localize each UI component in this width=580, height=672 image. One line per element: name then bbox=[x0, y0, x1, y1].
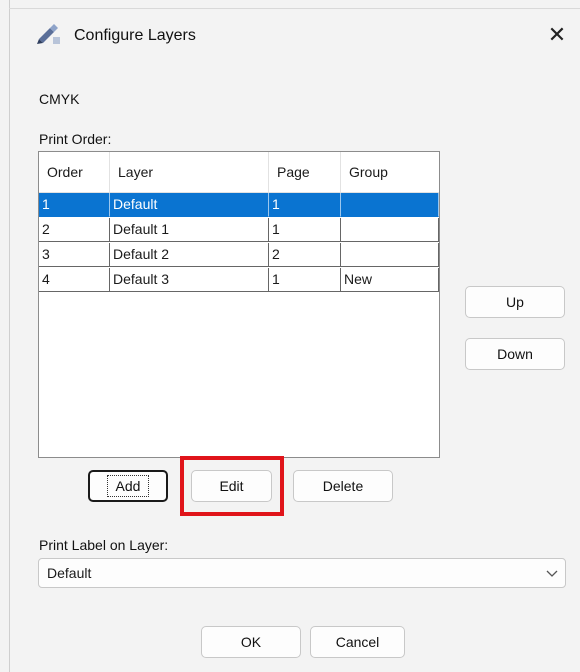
print-label-select[interactable]: Default bbox=[38, 558, 566, 588]
window-border-left bbox=[9, 0, 10, 672]
print-label-value: Default bbox=[47, 565, 92, 581]
cell-page: 1 bbox=[269, 193, 341, 217]
chevron-down-icon bbox=[545, 563, 559, 586]
table-row[interactable]: 2 Default 1 1 bbox=[39, 218, 439, 242]
title-bar: Configure Layers ✕ bbox=[10, 9, 580, 61]
cancel-button[interactable]: Cancel bbox=[310, 626, 405, 658]
profile-label: CMYK bbox=[39, 91, 80, 107]
brush-app-icon bbox=[37, 24, 60, 44]
cell-order: 2 bbox=[39, 218, 110, 242]
cell-layer: Default 2 bbox=[110, 243, 269, 267]
cell-layer: Default bbox=[110, 193, 269, 217]
table-header: Order Layer Page Group bbox=[39, 152, 439, 193]
column-header-page[interactable]: Page bbox=[269, 152, 341, 192]
dialog-title: Configure Layers bbox=[74, 27, 196, 44]
down-button[interactable]: Down bbox=[465, 338, 565, 370]
cell-group bbox=[341, 243, 439, 267]
cell-page: 1 bbox=[269, 268, 341, 292]
cell-page: 1 bbox=[269, 218, 341, 242]
print-order-label: Print Order: bbox=[39, 131, 112, 147]
table-row[interactable]: 1 Default 1 bbox=[39, 193, 439, 217]
ok-button[interactable]: OK bbox=[201, 626, 301, 658]
cell-layer: Default 3 bbox=[110, 268, 269, 292]
cell-group bbox=[341, 193, 439, 217]
table-row[interactable]: 4 Default 3 1 New bbox=[39, 268, 439, 292]
column-header-group[interactable]: Group bbox=[341, 152, 439, 192]
print-order-table[interactable]: Order Layer Page Group 1 Default 1 2 Def… bbox=[38, 151, 440, 458]
cell-order: 3 bbox=[39, 243, 110, 267]
cell-order: 4 bbox=[39, 268, 110, 292]
up-button[interactable]: Up bbox=[465, 286, 565, 318]
delete-button[interactable]: Delete bbox=[293, 470, 393, 502]
add-button-label: Add bbox=[106, 475, 150, 497]
edit-highlight-box bbox=[180, 456, 284, 516]
column-header-order[interactable]: Order bbox=[39, 152, 110, 192]
cell-page: 2 bbox=[269, 243, 341, 267]
add-button[interactable]: Add bbox=[88, 470, 168, 502]
column-header-layer[interactable]: Layer bbox=[110, 152, 269, 192]
cell-group: New bbox=[341, 268, 439, 292]
close-icon[interactable]: ✕ bbox=[534, 17, 580, 53]
print-label-caption: Print Label on Layer: bbox=[39, 537, 169, 553]
table-row[interactable]: 3 Default 2 2 bbox=[39, 243, 439, 267]
cell-group bbox=[341, 218, 439, 242]
cell-order: 1 bbox=[39, 193, 110, 217]
cell-layer: Default 1 bbox=[110, 218, 269, 242]
